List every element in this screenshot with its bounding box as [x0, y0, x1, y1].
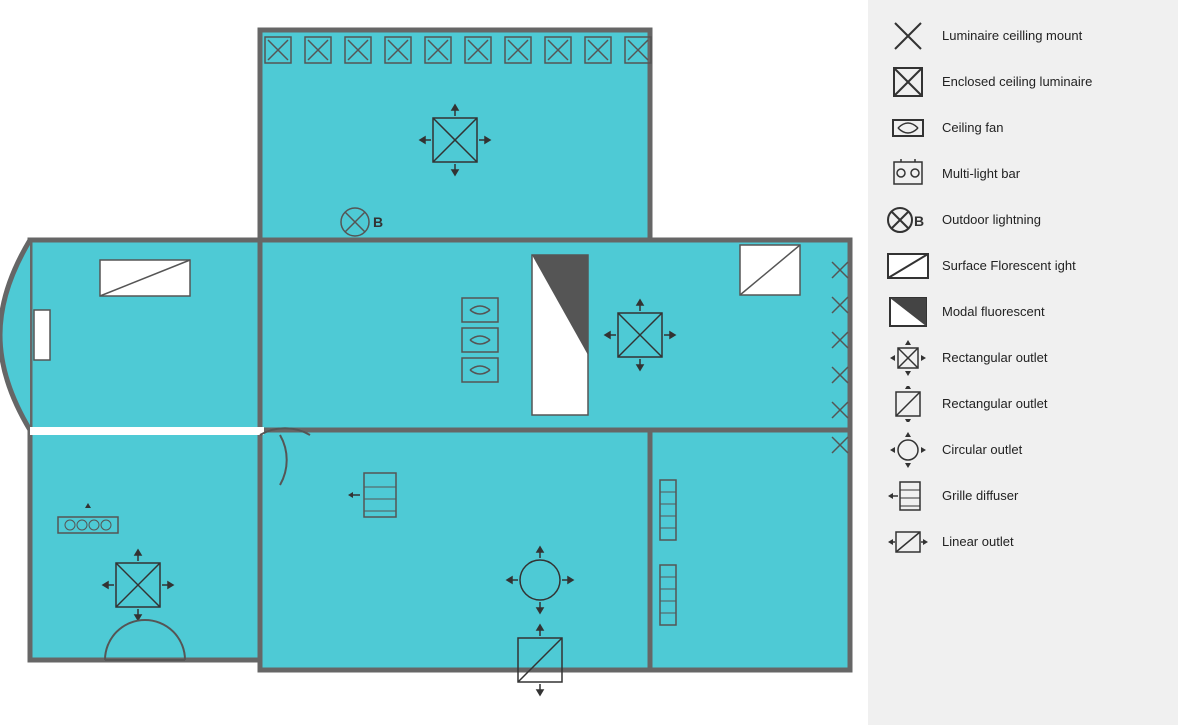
multi-light-icon [884, 156, 932, 192]
legend-item-modal-fluorescent: Modal fluorescent [884, 294, 1162, 330]
outdoor-lightning-icon: B [884, 202, 932, 238]
legend-item-outdoor-lightning: B Outdoor lightning [884, 202, 1162, 238]
rect-outlet-arrows-icon [884, 340, 932, 376]
legend-item-linear-outlet: Linear outlet [884, 524, 1162, 560]
enclosed-ceiling-label: Enclosed ceiling luminaire [942, 74, 1092, 91]
outdoor-lightning-label: Outdoor lightning [942, 212, 1041, 229]
legend-item-rect-outlet-arrows: Rectangular outlet [884, 340, 1162, 376]
legend-item-rect-outlet: Rectangular outlet [884, 386, 1162, 422]
legend-item-circular-outlet: Circular outlet [884, 432, 1162, 468]
svg-text:B: B [373, 214, 383, 230]
legend-item-multi-light: Multi-light bar [884, 156, 1162, 192]
floor-plan: B [0, 0, 868, 725]
enclosed-ceiling-icon [884, 64, 932, 100]
legend-item-luminaire-ceiling-mount: Luminaire ceilling mount [884, 18, 1162, 54]
legend-item-surface-florescent: Surface Florescent ight [884, 248, 1162, 284]
grille-diffuser-label: Grille diffuser [942, 488, 1018, 505]
modal-fluorescent-label: Modal fluorescent [942, 304, 1045, 321]
rect-outlet-icon [884, 386, 932, 422]
linear-outlet-icon [884, 524, 932, 560]
rect-outlet-label: Rectangular outlet [942, 396, 1048, 413]
multi-light-label: Multi-light bar [942, 166, 1020, 183]
ceiling-fan-label: Ceiling fan [942, 120, 1003, 137]
rect-outlet-arrows-label: Rectangular outlet [942, 350, 1048, 367]
surface-florescent-label: Surface Florescent ight [942, 258, 1076, 275]
linear-outlet-label: Linear outlet [942, 534, 1014, 551]
luminaire-ceiling-mount-icon [884, 18, 932, 54]
luminaire-ceiling-mount-label: Luminaire ceilling mount [942, 28, 1082, 45]
legend-panel: Luminaire ceilling mount Enclosed ceilin… [868, 0, 1178, 725]
svg-text:B: B [914, 213, 924, 229]
ceiling-fan-icon [884, 110, 932, 146]
circular-outlet-label: Circular outlet [942, 442, 1022, 459]
legend-item-grille-diffuser: Grille diffuser [884, 478, 1162, 514]
modal-fluorescent-icon [884, 294, 932, 330]
grille-diffuser-icon [884, 478, 932, 514]
surface-florescent-icon [884, 248, 932, 284]
legend-item-ceiling-fan: Ceiling fan [884, 110, 1162, 146]
legend-item-enclosed-ceiling: Enclosed ceiling luminaire [884, 64, 1162, 100]
circular-outlet-icon [884, 432, 932, 468]
